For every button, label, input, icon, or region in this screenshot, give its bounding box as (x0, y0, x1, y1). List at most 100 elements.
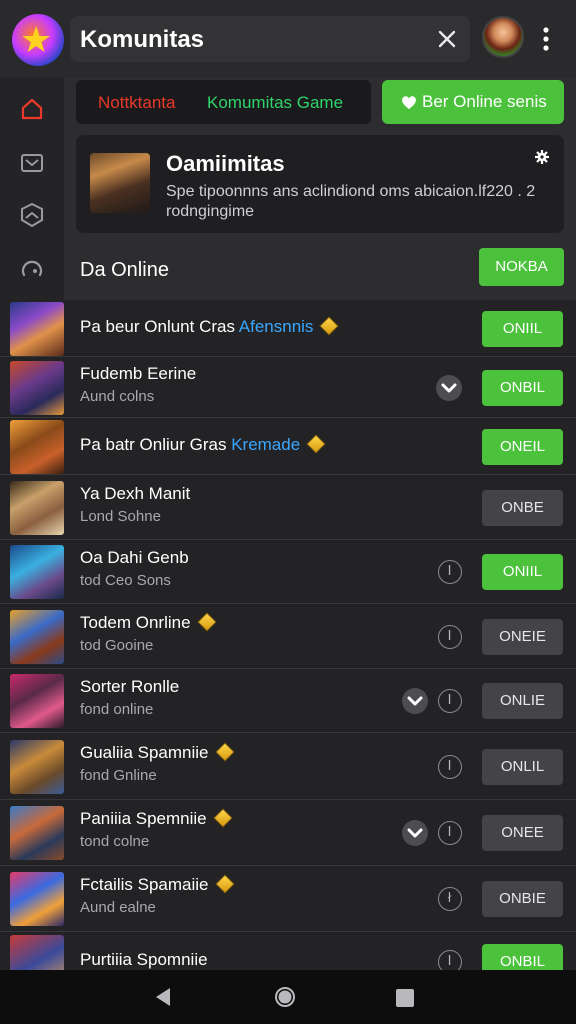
list-item-title-text: Gualiia Spamniie (80, 743, 209, 762)
avatar[interactable] (482, 16, 524, 58)
shield-icon[interactable] (17, 200, 47, 230)
info-icon[interactable]: ł (438, 887, 462, 911)
back-icon[interactable] (152, 986, 174, 1008)
list-item-title-text: Fudemb Eerine (80, 364, 197, 383)
diamond-icon (214, 742, 235, 762)
tab-red[interactable]: Nottktanta (98, 93, 176, 113)
list-item-title: Pa batr Onliur Gras Kremade (80, 434, 326, 455)
info-icon-glyph: I (447, 954, 452, 969)
list-item-title: Oa Dahi Genb (80, 548, 189, 568)
tab-community-game[interactable]: Komumitas Game (207, 93, 343, 113)
tab-banner: Nottktanta Komumitas Game (76, 80, 371, 124)
diamond-icon (319, 316, 340, 336)
online-status-button[interactable]: ONBIE (482, 881, 563, 917)
online-status-button[interactable]: ONBE (482, 490, 563, 526)
section-button[interactable]: NOKBA (479, 248, 564, 286)
home-button-icon[interactable] (274, 986, 296, 1008)
list-item-title-text: Oa Dahi Genb (80, 548, 189, 567)
info-icon[interactable]: I (438, 625, 462, 649)
game-thumbnail (10, 302, 64, 356)
list-item-title-text: Todem Onrline (80, 613, 191, 632)
list-item-accent[interactable]: Afensnnis (239, 317, 314, 336)
close-icon[interactable] (432, 24, 462, 54)
game-thumbnail (10, 674, 64, 728)
section-title: Da Online (80, 259, 169, 281)
online-status-button[interactable]: ONEIL (482, 429, 563, 465)
gear-icon[interactable] (534, 149, 550, 165)
online-status-button[interactable]: ONEE (482, 815, 563, 851)
info-icon[interactable]: I (438, 560, 462, 584)
list-item[interactable]: Sorter Ronlle fond online I ONLIE (0, 669, 576, 733)
online-status-button[interactable]: ONLIL (482, 749, 563, 785)
chevron-down-icon[interactable] (402, 688, 428, 714)
game-thumbnail (10, 420, 64, 474)
info-icon[interactable]: I (438, 950, 462, 970)
recent-apps-icon[interactable] (395, 988, 415, 1008)
sidebar (0, 78, 64, 300)
online-status-button[interactable]: ONIIL (482, 554, 563, 590)
online-button[interactable]: Ber Online senis (382, 80, 564, 124)
mail-icon[interactable] (17, 148, 47, 178)
diamond-icon (306, 434, 326, 454)
game-thumbnail (10, 740, 64, 794)
game-thumbnail (10, 610, 64, 664)
info-thumbnail (90, 153, 150, 213)
list-item-subtitle: Aund ealne (80, 899, 156, 916)
list-item[interactable]: Ya Dexh Manit Lond Sohne ONBE (0, 475, 576, 540)
list-item[interactable]: Purtiiia Spomniie I ONBIL (0, 932, 576, 970)
list-item[interactable]: Fctailis Spamaiie Aund ealne ł ONBIE (0, 866, 576, 932)
star-icon: ★ (20, 19, 53, 60)
chevron-down-icon[interactable] (436, 375, 462, 401)
page-title: Komunitas (80, 26, 205, 53)
header-area: Nottktanta Komumitas Game Ber Online sen… (64, 78, 576, 300)
list-item-subtitle: fond Gnline (80, 767, 157, 784)
list-item[interactable]: Fudemb Eerine Aund colns ONBIL (0, 357, 576, 418)
list-item-title-text: Pa beur Onlunt Cras (80, 317, 235, 336)
list-item-title-text: Fctailis Spamaiie (80, 875, 209, 894)
online-status-button[interactable]: ONLIE (482, 683, 563, 719)
list-item-title-text: Paniiia Spemniie (80, 809, 207, 828)
list-item-subtitle: Lond Sohne (80, 508, 161, 525)
online-status-button[interactable]: ONBIL (482, 370, 563, 406)
info-card: Oamiimitas Spe tipoonnns ans aclindiond … (76, 135, 564, 233)
list-item[interactable]: Oa Dahi Genb tod Ceo Sons I ONIIL (0, 540, 576, 604)
info-icon-glyph: I (447, 825, 452, 840)
online-status-button[interactable]: ONBIL (482, 944, 563, 970)
list-item-accent[interactable]: Kremade (231, 435, 300, 454)
list-item-title: Sorter Ronlle (80, 677, 179, 697)
list-item[interactable]: Pa batr Onliur Gras Kremade ONEIL (0, 418, 576, 475)
home-icon[interactable] (17, 94, 47, 124)
list-item[interactable]: Todem Onrline tod Gooine I ONEIE (0, 604, 576, 669)
list-item[interactable]: Gualiia Spamniie fond Gnline I ONLIL (0, 733, 576, 800)
info-icon-glyph: I (447, 759, 452, 774)
game-thumbnail (10, 545, 64, 599)
list-item-subtitle: fond online (80, 701, 154, 718)
game-thumbnail (10, 872, 64, 926)
online-status-button[interactable]: ONEIE (482, 619, 563, 655)
game-icon[interactable] (17, 254, 47, 284)
list-item-title: Gualiia Spamniie (80, 742, 235, 763)
list-item-subtitle: tod Ceo Sons (80, 572, 171, 589)
game-thumbnail (10, 806, 64, 860)
info-icon-glyph: I (447, 693, 452, 708)
list-item-title: Pa beur Onlunt Cras Afensnnis (80, 316, 340, 337)
list-item-title-text: Purtiiia Spomniie (80, 950, 208, 969)
list-item-subtitle: tod Gooine (80, 637, 154, 654)
list-item[interactable]: Pa beur Onlunt Cras Afensnnis ONIIL (0, 300, 576, 357)
info-icon[interactable]: I (438, 821, 462, 845)
list-item-title-text: Ya Dexh Manit (80, 484, 191, 503)
list-item-title: Fudemb Eerine (80, 364, 196, 384)
list-item-subtitle: Aund colns (80, 388, 155, 405)
title-search-box[interactable]: Komunitas (70, 16, 470, 62)
list-item-title-text: Sorter Ronlle (80, 677, 180, 696)
more-icon[interactable] (532, 24, 560, 54)
top-bar: ★ Komunitas (0, 0, 576, 78)
list-item[interactable]: Paniiia Spemniie tond colne I ONEE (0, 800, 576, 866)
diamond-icon (213, 808, 233, 828)
info-icon[interactable]: I (438, 755, 462, 779)
app-logo[interactable]: ★ (12, 14, 64, 66)
info-icon-glyph: I (447, 629, 452, 644)
info-icon[interactable]: I (438, 689, 462, 713)
online-status-button[interactable]: ONIIL (482, 311, 563, 347)
chevron-down-icon[interactable] (402, 820, 428, 846)
